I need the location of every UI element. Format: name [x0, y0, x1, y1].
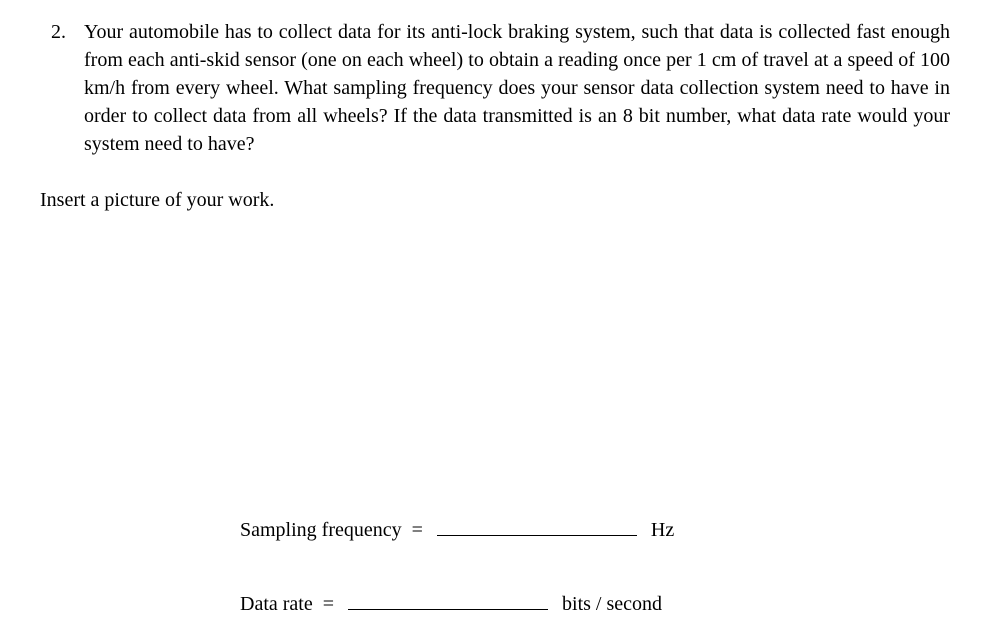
data-rate-label: Data rate = [240, 590, 344, 618]
question-block: 2. Your automobile has to collect data f… [40, 18, 950, 158]
data-rate-unit: bits / second [552, 590, 662, 618]
instruction-text: Insert a picture of your work. [40, 186, 950, 214]
sampling-frequency-row: Sampling frequency = Hz [240, 514, 950, 544]
data-rate-blank[interactable] [348, 588, 548, 610]
question-number: 2. [40, 18, 84, 46]
question-text: Your automobile has to collect data for … [84, 18, 950, 158]
sampling-frequency-blank[interactable] [437, 514, 637, 536]
sampling-frequency-unit: Hz [641, 516, 674, 544]
data-rate-row: Data rate = bits / second [240, 588, 950, 618]
sampling-frequency-label: Sampling frequency = [240, 516, 433, 544]
answer-section: Sampling frequency = Hz Data rate = bits… [240, 514, 950, 618]
